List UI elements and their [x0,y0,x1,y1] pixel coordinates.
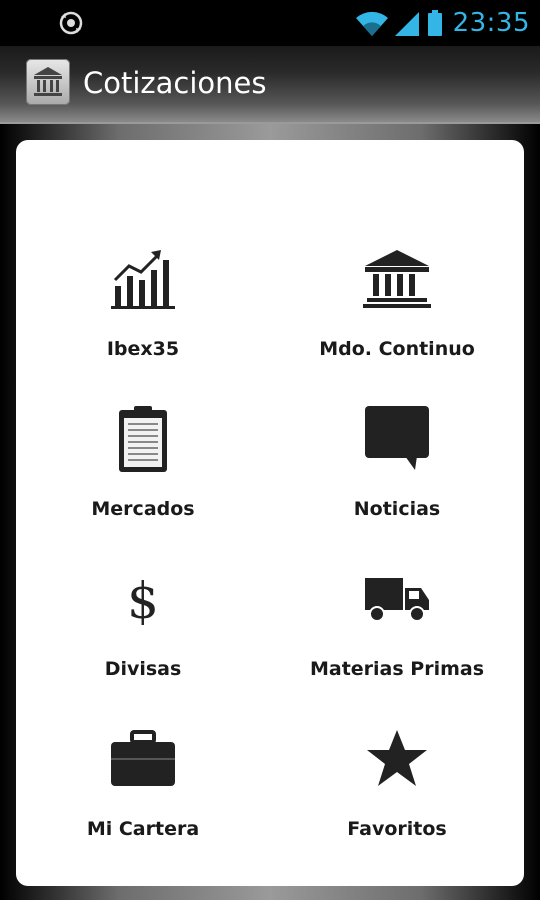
clock: 23:35 [452,8,530,38]
menu-item-label: Mdo. Continuo [319,338,475,360]
menu-item-label: Divisas [104,658,182,680]
menu-item-label: Mercados [91,498,195,520]
wifi-icon [355,11,388,37]
signal-icon [394,12,419,36]
sync-icon [59,11,83,35]
dollar-icon: $ [127,572,159,630]
menu-item-label: Favoritos [347,818,447,840]
menu-item-ibex35[interactable]: Ibex35 [16,236,270,396]
menu-item-materias-primas[interactable]: Materias Primas [270,556,524,716]
chart-up-icon [111,250,175,309]
status-bar: 23:35 [0,0,540,46]
svg-text:$: $ [127,572,159,630]
menu-item-favoritos[interactable]: Favoritos [270,716,524,876]
menu-item-noticias[interactable]: Noticias [270,396,524,556]
star-icon [367,730,427,786]
battery-icon [427,10,442,36]
clipboard-icon [119,406,167,472]
bank-icon [34,67,62,96]
menu-item-label: Mi Cartera [86,818,200,840]
menu-panel: Ibex35 Mdo. Continuo Mercados Noticias $… [16,140,524,886]
app-icon[interactable] [26,59,70,105]
action-bar: Cotizaciones [0,46,540,124]
page-title: Cotizaciones [83,66,267,100]
speech-bubble-icon [365,406,429,470]
truck-icon [365,578,429,622]
menu-item-label: Ibex35 [106,338,180,360]
menu-item-label: Noticias [353,498,441,520]
menu-item-divisas[interactable]: $ Divisas [16,556,270,716]
menu-item-label: Materias Primas [309,658,485,680]
briefcase-icon [111,730,175,786]
menu-item-mi-cartera[interactable]: Mi Cartera [16,716,270,876]
bank-icon [363,250,431,308]
menu-item-mercados[interactable]: Mercados [16,396,270,556]
menu-item-mdo-continuo[interactable]: Mdo. Continuo [270,236,524,396]
